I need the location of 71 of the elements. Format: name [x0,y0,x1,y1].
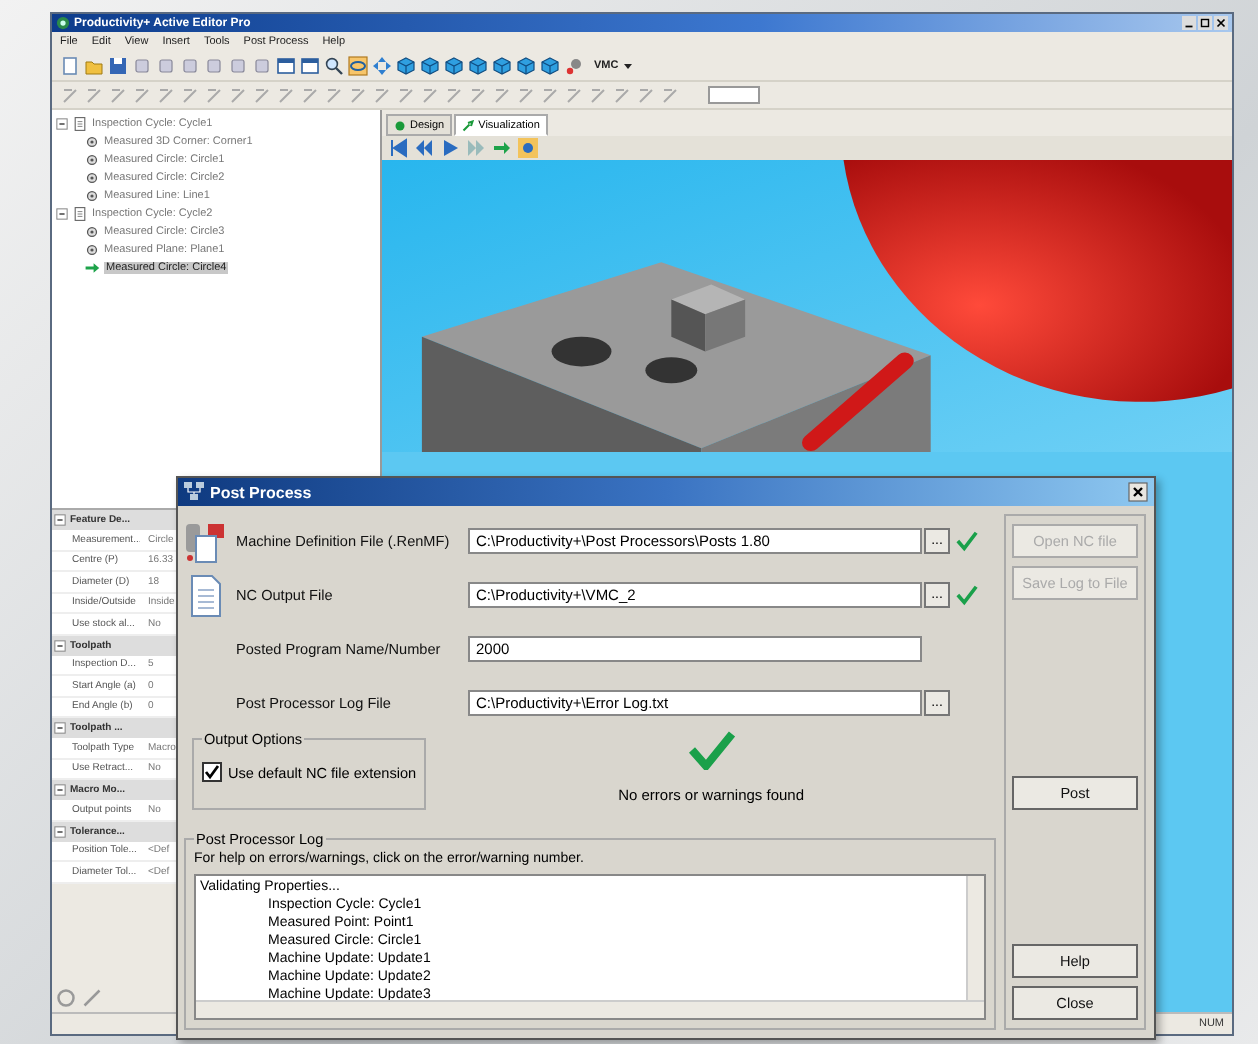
greyed-tool-icon[interactable] [228,85,248,105]
expander-icon[interactable] [54,784,66,796]
units-dropdown[interactable] [708,86,760,104]
probe-icon[interactable] [518,138,538,158]
line-icon[interactable] [82,988,102,1008]
close-icon[interactable] [1214,16,1228,30]
checkbox[interactable] [202,762,222,782]
cube-icon[interactable] [516,55,536,75]
greyed-tool-icon[interactable] [324,85,344,105]
greyed-tool-icon[interactable] [516,85,536,105]
caret-icon[interactable] [622,59,635,71]
greyed-tool-icon[interactable] [444,85,464,105]
skip-start-icon[interactable] [388,138,408,158]
zoom-icon[interactable] [324,55,344,75]
greyed-tool-icon[interactable] [372,85,392,105]
minimize-icon[interactable] [1182,16,1196,30]
horizontal-scrollbar[interactable] [196,1000,984,1018]
cube-icon[interactable] [396,55,416,75]
cube-icon[interactable] [468,55,488,75]
vertical-scrollbar[interactable] [966,876,984,1000]
greyed-tool-icon[interactable] [612,85,632,105]
document-icon [72,115,88,131]
expander-icon[interactable] [54,639,66,651]
arrow-icon [84,259,100,275]
network-icon [184,482,204,502]
greyed-tool-icon[interactable] [84,85,104,105]
greyed-tool-icon[interactable] [204,85,224,105]
document-icon [72,205,88,221]
greyed-tool-icon[interactable] [540,85,560,105]
greyed-tool-icon[interactable] [156,85,176,105]
wand-icon [462,119,475,131]
greyed-tool-icon[interactable] [300,85,320,105]
greyed-tool-icon[interactable] [396,85,416,105]
app-icon [56,16,70,30]
save-icon[interactable] [108,55,128,75]
expander-icon[interactable] [54,825,66,837]
panel-icon[interactable] [276,55,296,75]
probe-icon[interactable] [564,55,584,75]
panel-icon[interactable] [300,55,320,75]
greyed-tool-icon[interactable] [60,85,80,105]
greyed-tool-icon[interactable] [564,85,584,105]
cube-icon[interactable] [492,55,512,75]
dialog-title: Post Process [210,483,314,501]
greyed-tool-icon[interactable] [660,85,680,105]
cube-icon[interactable] [540,55,560,75]
expander-icon[interactable] [56,207,68,219]
expander-icon[interactable] [54,722,66,734]
expander-icon[interactable] [54,514,66,526]
pan-icon[interactable] [372,55,392,75]
orbit-icon[interactable] [348,55,368,75]
machine-icon [184,519,228,563]
greyed-tool-icon[interactable] [492,85,512,105]
arrow-icon[interactable] [492,138,512,158]
greyed-tool-icon[interactable] [132,85,152,105]
cube-icon[interactable] [444,55,464,75]
greyed-tool-icon[interactable] [420,85,440,105]
greyed-tool-icon[interactable] [348,85,368,105]
cube-icon[interactable] [420,55,440,75]
close-icon[interactable] [1128,482,1148,502]
expander-icon[interactable] [56,117,68,129]
greyed-tool-icon[interactable] [180,85,200,105]
greyed-tool-icon[interactable] [108,85,128,105]
greyed-tool-icon[interactable] [252,85,272,105]
greyed-tool-icon[interactable] [468,85,488,105]
dot-icon [394,119,406,131]
greyed-tool-icon[interactable] [276,85,296,105]
greyed-tool-icon[interactable] [636,85,656,105]
greyed-tool-icon[interactable] [588,85,608,105]
page-icon[interactable] [60,55,80,75]
maximize-icon[interactable] [1198,16,1212,30]
circle-icon[interactable] [56,988,76,1008]
